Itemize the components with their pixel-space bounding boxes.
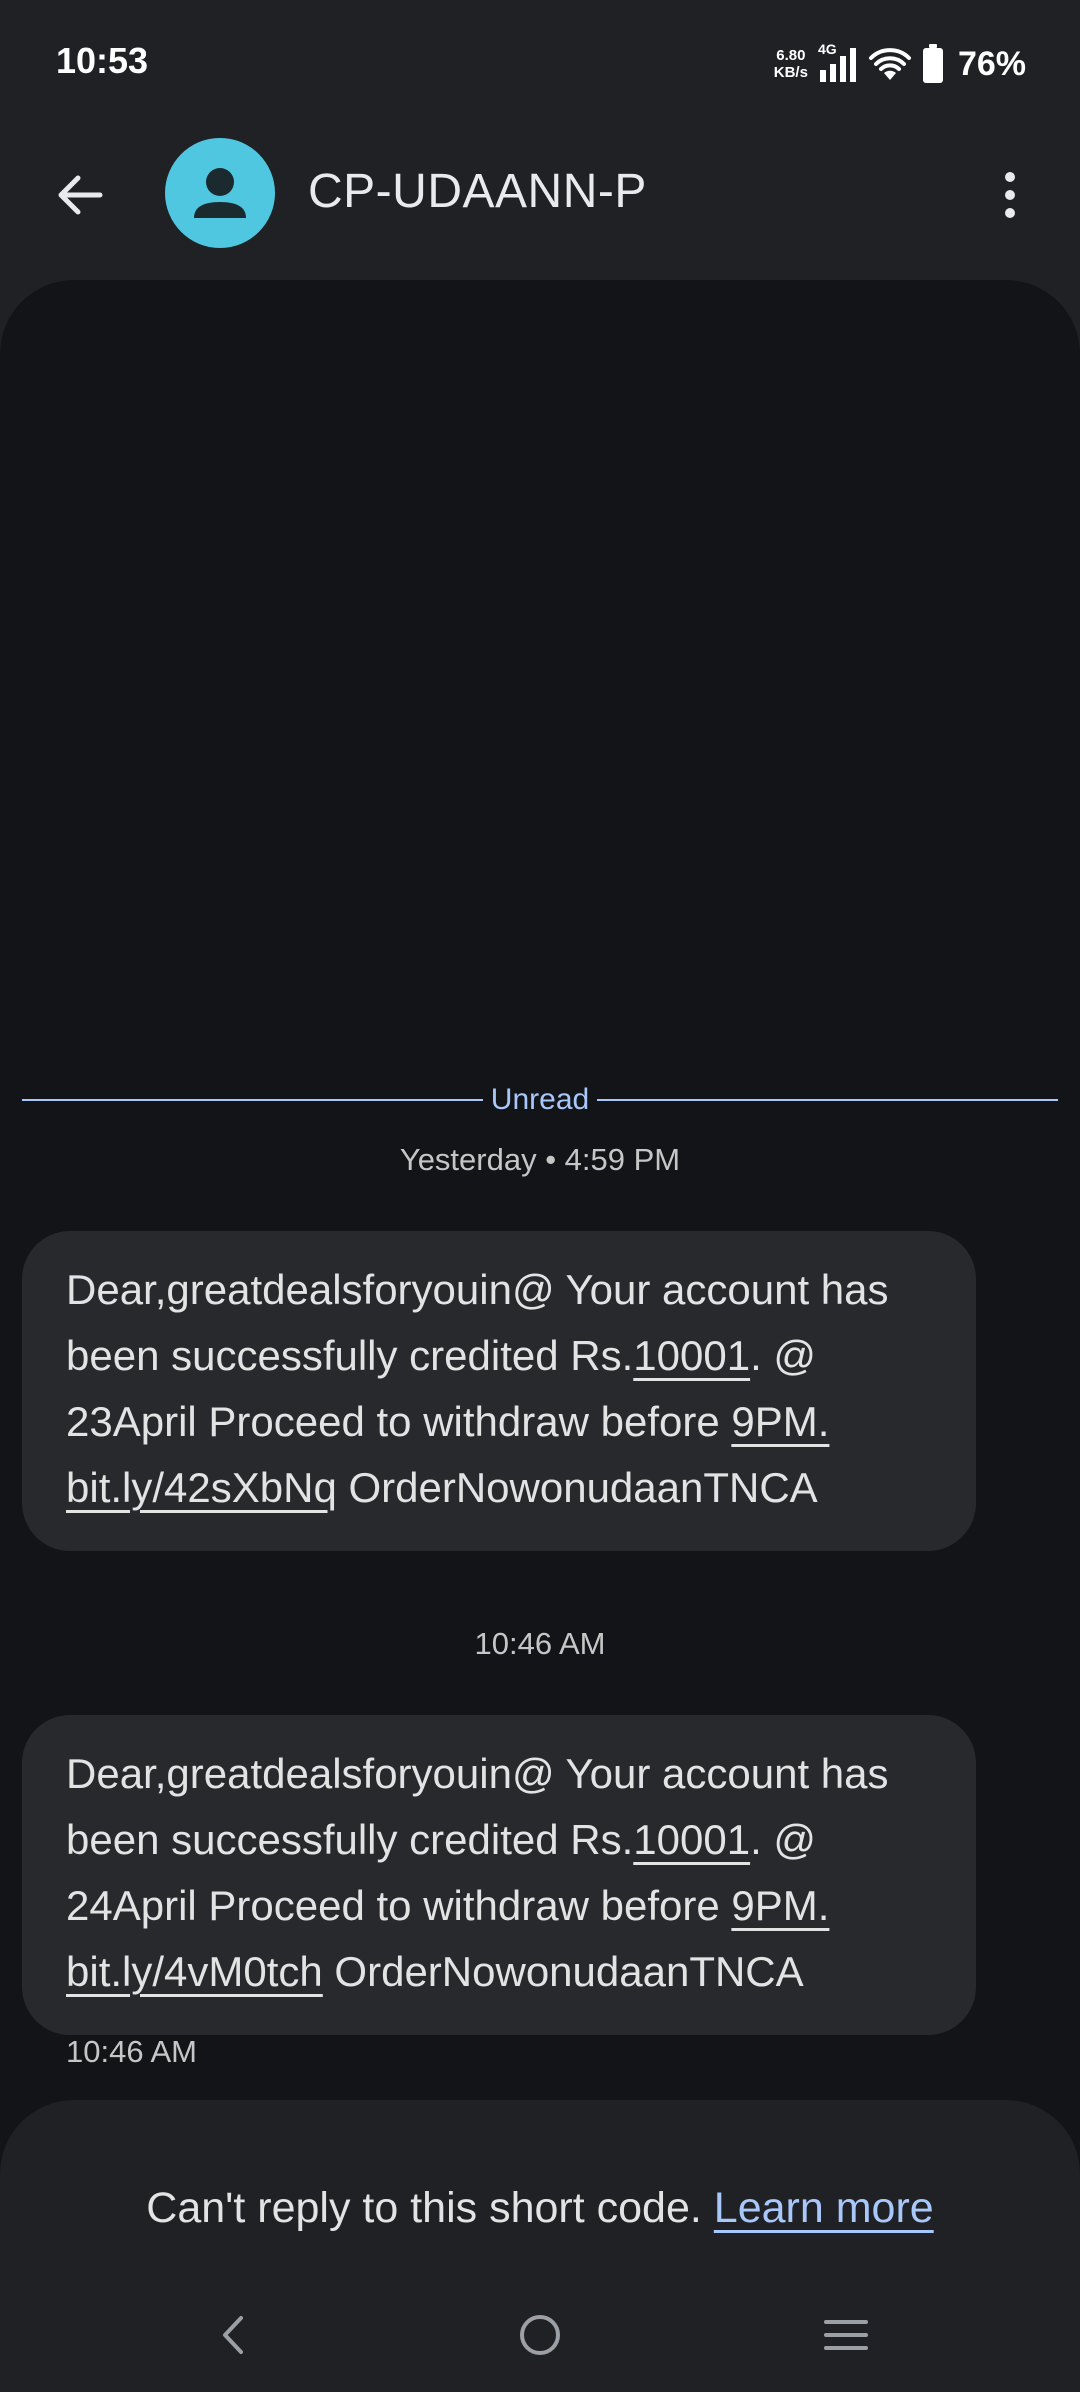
network-speed: 6.80 KB/s — [774, 47, 808, 81]
message-bubble[interactable]: Dear,greatdealsforyouin@ Your account ha… — [22, 1231, 976, 1551]
nav-back-button[interactable] — [188, 2300, 278, 2370]
status-indicators: 6.80 KB/s 4G 76% — [774, 42, 1026, 86]
more-vert-icon — [1005, 172, 1015, 218]
wifi-icon — [868, 42, 912, 86]
time-link[interactable]: 9PM. — [731, 1398, 829, 1445]
message-bubble[interactable]: Dear,greatdealsforyouin@ Your account ha… — [22, 1715, 976, 2035]
network-speed-unit: KB/s — [773, 64, 808, 81]
back-button[interactable] — [40, 155, 120, 235]
message-list[interactable]: Unread Yesterday • 4:59 PM Dear,greatdea… — [0, 280, 1080, 2392]
unread-line-left — [22, 1099, 483, 1101]
battery-percent: 76% — [957, 44, 1026, 83]
unread-divider: Unread — [22, 1080, 1058, 1120]
person-icon — [194, 168, 246, 218]
contact-avatar[interactable] — [165, 138, 275, 248]
signal-icon: 4G — [818, 42, 858, 86]
date-header: 10:46 AM — [474, 1626, 606, 1661]
more-options-button[interactable] — [970, 155, 1050, 235]
reply-notice: Can't reply to this short code. Learn mo… — [0, 2184, 1080, 2233]
nav-home-icon — [520, 2315, 560, 2355]
amount-link[interactable]: 10001 — [633, 1816, 750, 1863]
time-link[interactable]: 9PM. — [731, 1882, 829, 1929]
unread-label: Unread — [490, 1083, 590, 1116]
learn-more-link[interactable]: Learn more — [714, 2184, 934, 2232]
nav-home-button[interactable] — [495, 2300, 585, 2370]
nav-recents-button[interactable] — [801, 2300, 891, 2370]
message-timestamp: 10:46 AM — [66, 2034, 197, 2069]
url-link[interactable]: bit.ly/42sXbNq — [66, 1464, 337, 1511]
system-nav-bar — [0, 2280, 1080, 2392]
amount-link[interactable]: 10001 — [633, 1332, 750, 1379]
unread-line-right — [597, 1099, 1058, 1101]
messages-screen: 10:53 6.80 KB/s 4G 76% CP-UDAANN-P Unrea… — [0, 0, 1080, 2392]
network-speed-value: 6.80 — [776, 47, 806, 64]
conversation-app-bar: CP-UDAANN-P — [0, 120, 1080, 270]
status-bar: 10:53 6.80 KB/s 4G 76% — [0, 0, 1080, 120]
nav-recents-icon — [824, 2320, 868, 2350]
nav-back-icon — [223, 2316, 243, 2354]
reply-notice-text: Can't reply to this short code. — [146, 2184, 702, 2232]
message-text: OrderNowonudaanTNCA — [322, 1948, 804, 1995]
battery-icon — [922, 44, 944, 84]
date-header: Yesterday • 4:59 PM — [399, 1142, 681, 1177]
contact-name[interactable]: CP-UDAANN-P — [308, 164, 647, 219]
status-time: 10:53 — [56, 40, 149, 81]
reply-footer: Can't reply to this short code. Learn mo… — [0, 2100, 1080, 2280]
url-link[interactable]: bit.ly/4vM0tch — [66, 1948, 323, 1995]
arrow-left-icon — [58, 175, 103, 215]
message-text: OrderNowonudaanTNCA — [336, 1464, 818, 1511]
